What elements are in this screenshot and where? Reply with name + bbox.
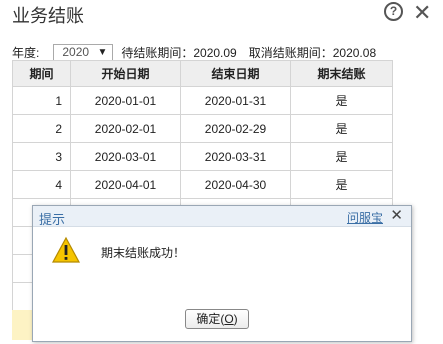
cancel-period: 取消结账期间：2020.08 — [248, 45, 377, 60]
cell-period: 3 — [12, 142, 71, 171]
cell-end-date: 2020-01-31 — [180, 86, 291, 115]
pending-period: 待结账期间：2020.09 — [121, 45, 237, 60]
col-end-date: 结束日期 — [180, 60, 291, 87]
cell-period: 1 — [12, 86, 71, 115]
cell-end-date: 2020-03-31 — [180, 142, 291, 171]
dialog-message: 期末结账成功！ — [101, 246, 186, 260]
table-header-row: 期间 开始日期 结束日期 期末结账 — [12, 60, 393, 87]
selected-row-highlight — [12, 310, 32, 340]
business-closing-window: 业务结账 ? ✕ 年度: 2020 ▼ 待结账期间：2020.09 取消结账期间… — [0, 0, 443, 344]
year-value: 2020 — [62, 45, 90, 59]
ok-button[interactable]: 确定(O) — [185, 309, 249, 329]
warning-icon — [51, 236, 81, 263]
cell-period: 4 — [12, 170, 71, 199]
cell-start-date: 2020-01-01 — [70, 86, 181, 115]
col-period: 期间 — [12, 60, 71, 87]
ok-shortcut-key: O — [224, 312, 234, 326]
col-start-date: 开始日期 — [70, 60, 181, 87]
cell-end-date: 2020-04-30 — [180, 170, 291, 199]
cell-start-date: 2020-02-01 — [70, 114, 181, 143]
dialog-header: 提示 问服宝 ✕ — [33, 206, 411, 227]
help-icon[interactable]: ? — [384, 2, 403, 21]
year-label: 年度: — [12, 45, 40, 60]
cell-closing: 是 — [290, 114, 393, 143]
col-closing: 期末结账 — [290, 60, 393, 87]
message-dialog: 提示 问服宝 ✕ 期末结账成功！ 确定(O) — [32, 205, 412, 342]
cell-period: 2 — [12, 114, 71, 143]
year-select[interactable]: 2020 ▼ — [53, 43, 114, 61]
cell-closing: 是 — [290, 170, 393, 199]
window-title: 业务结账 — [12, 6, 84, 27]
dropdown-arrow-icon: ▼ — [97, 46, 108, 58]
cell-closing: 是 — [290, 86, 393, 115]
ok-label: 确定( — [196, 312, 225, 326]
table-row[interactable]: 4 2020-04-01 2020-04-30 是 — [12, 170, 393, 199]
ok-label-end: ) — [233, 312, 238, 326]
filter-bar: 年度: 2020 ▼ 待结账期间：2020.09 取消结账期间：2020.08 — [12, 42, 388, 62]
close-icon[interactable]: ✕ — [413, 0, 431, 26]
dialog-title: 提示 — [39, 212, 66, 227]
cell-start-date: 2020-04-01 — [70, 170, 181, 199]
table-row[interactable]: 1 2020-01-01 2020-01-31 是 — [12, 86, 393, 115]
cell-start-date: 2020-03-01 — [70, 142, 181, 171]
help-link[interactable]: 问服宝 — [347, 209, 383, 226]
table-row[interactable]: 2 2020-02-01 2020-02-29 是 — [12, 114, 393, 143]
dialog-close-icon[interactable]: ✕ — [390, 206, 403, 224]
cell-closing: 是 — [290, 142, 393, 171]
cell-end-date: 2020-02-29 — [180, 114, 291, 143]
table-row[interactable]: 3 2020-03-01 2020-03-31 是 — [12, 142, 393, 171]
